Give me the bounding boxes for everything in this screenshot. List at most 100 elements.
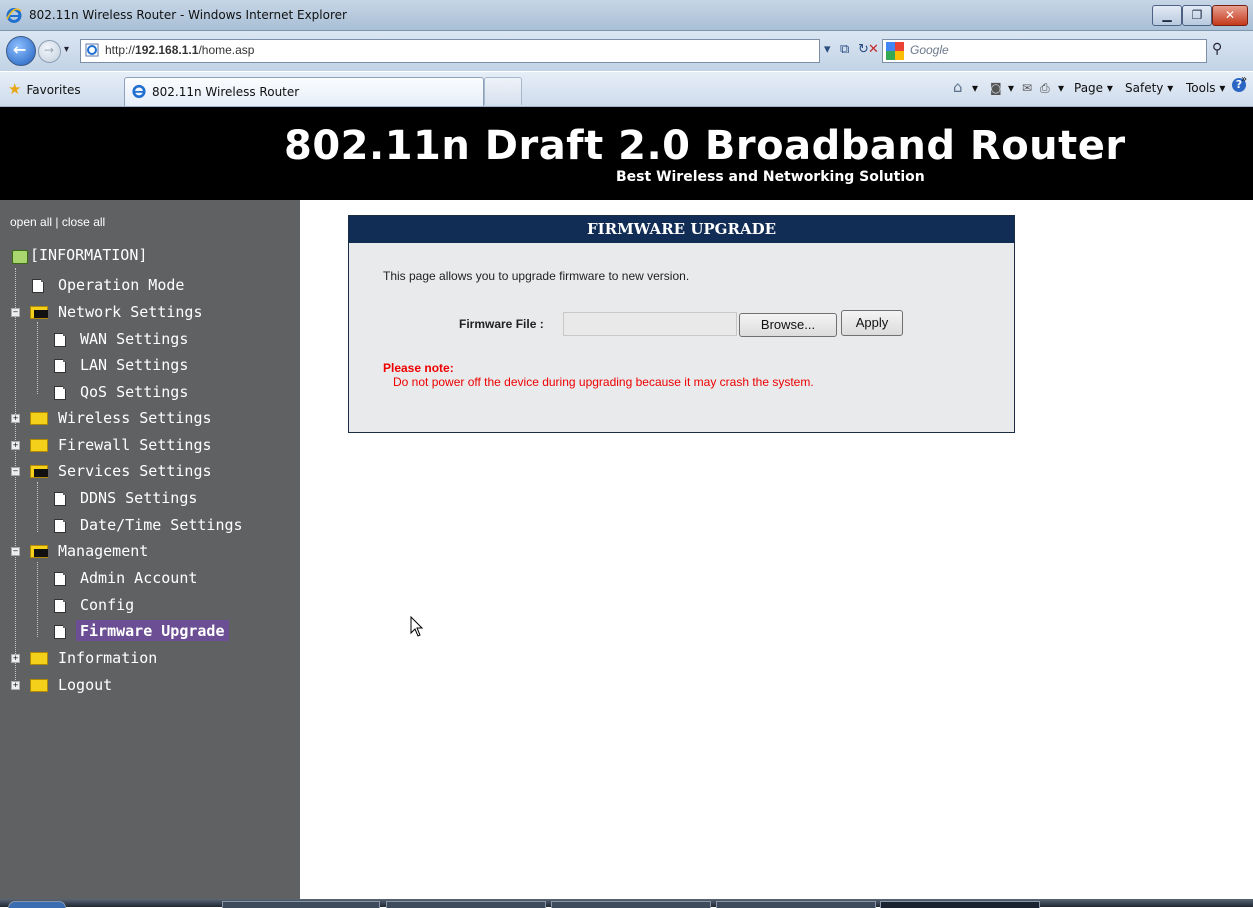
note-title: Please note: xyxy=(383,361,454,375)
sidebar-item-label: Management xyxy=(58,542,149,560)
folder-open-icon xyxy=(30,545,48,558)
page-menu[interactable]: Page ▾ xyxy=(1074,81,1113,95)
close-icon: ✕ xyxy=(1224,8,1236,22)
sidebar-item-label: Firewall Settings xyxy=(58,436,212,454)
google-logo-icon xyxy=(886,42,904,60)
feeds-icon[interactable]: ◙ xyxy=(990,81,1002,95)
mail-icon[interactable]: ✉ xyxy=(1022,81,1032,95)
expand-toggle-icon[interactable]: + xyxy=(11,654,20,663)
collapse-toggle-icon[interactable]: − xyxy=(11,308,20,317)
url-host: 192.168.1.1 xyxy=(135,43,199,57)
open-all-link[interactable]: open all xyxy=(10,215,52,229)
sidebar-item-label: Operation Mode xyxy=(58,276,185,294)
ie-tab-icon xyxy=(132,84,146,98)
window-titlebar: 802.11n Wireless Router - Windows Intern… xyxy=(0,0,1253,31)
address-toolbar: ← → ▾ http://192.168.1.1/home.asp ▾ ⧉ ↻ … xyxy=(0,31,1253,71)
sidebar-item-label: Services Settings xyxy=(58,462,212,480)
url-dropdown-icon[interactable]: ▾ xyxy=(824,42,831,57)
page-icon xyxy=(85,43,99,57)
sidebar-item-label: Config xyxy=(80,596,135,614)
recent-pages-dropdown-icon[interactable]: ▾ xyxy=(64,44,69,55)
print-dropdown-icon[interactable]: ▾ xyxy=(1058,81,1064,95)
browser-tab-active[interactable]: 802.11n Wireless Router xyxy=(124,77,484,106)
firmware-file-input[interactable] xyxy=(563,312,737,336)
feeds-dropdown-icon[interactable]: ▾ xyxy=(1008,81,1014,95)
url-scheme: http:// xyxy=(105,43,136,57)
favorites-label: Favorites xyxy=(26,83,81,97)
note-text: Do not power off the device during upgra… xyxy=(393,375,814,389)
folder-closed-icon xyxy=(30,439,48,452)
ie-logo-icon xyxy=(6,8,22,23)
tools-menu[interactable]: Tools ▾ xyxy=(1186,81,1225,95)
tree-root-label: [INFORMATION] xyxy=(30,246,148,264)
home-icon[interactable]: ⌂ xyxy=(953,78,963,96)
search-input[interactable]: Google xyxy=(882,39,1207,63)
folder-open-icon xyxy=(30,306,48,319)
safety-menu[interactable]: Safety ▾ xyxy=(1125,81,1173,95)
router-title: 802.11n Draft 2.0 Broadband Router xyxy=(284,123,1126,169)
maximize-button[interactable]: ❐ xyxy=(1182,5,1212,26)
page-icon xyxy=(54,333,66,347)
panel-description: This page allows you to upgrade firmware… xyxy=(383,269,690,283)
mouse-cursor-icon xyxy=(410,616,424,637)
router-header-banner: 802.11n Draft 2.0 Broadband Router Best … xyxy=(0,107,1253,200)
expand-toggle-icon[interactable]: + xyxy=(11,441,20,450)
sidebar-item-label-selected: Firmware Upgrade xyxy=(76,620,229,641)
page-icon xyxy=(54,359,66,373)
panel-heading: FIRMWARE UPGRADE xyxy=(349,216,1014,243)
page-icon xyxy=(54,572,66,586)
back-button[interactable]: ← xyxy=(6,36,36,66)
collapse-toggle-icon[interactable]: − xyxy=(11,547,20,556)
tree-controls: open all | close all xyxy=(10,215,106,229)
router-subtitle: Best Wireless and Networking Solution xyxy=(616,169,925,185)
page-icon xyxy=(54,386,66,400)
close-all-link[interactable]: close all xyxy=(62,215,105,229)
sidebar-item-label: Admin Account xyxy=(80,569,198,587)
search-placeholder: Google xyxy=(910,43,949,57)
browse-button[interactable]: Browse... xyxy=(739,313,837,337)
url-text: http://192.168.1.1/home.asp xyxy=(105,43,254,57)
sidebar-item-label: LAN Settings xyxy=(80,356,189,374)
print-icon[interactable]: ⎙ xyxy=(1040,81,1050,96)
expand-toggle-icon[interactable]: + xyxy=(11,681,20,690)
expand-toggle-icon[interactable]: + xyxy=(11,414,20,423)
window-title: 802.11n Wireless Router - Windows Intern… xyxy=(29,8,347,22)
page-icon xyxy=(54,599,66,613)
firmware-upgrade-panel: FIRMWARE UPGRADE This page allows you to… xyxy=(348,215,1015,433)
home-dropdown-icon[interactable]: ▾ xyxy=(972,81,978,95)
collapse-toggle-icon[interactable]: − xyxy=(11,467,20,476)
search-icon[interactable]: ⚲ xyxy=(1212,41,1222,57)
folder-closed-icon xyxy=(30,652,48,665)
apply-button[interactable]: Apply xyxy=(841,310,903,336)
minimize-icon: ▁ xyxy=(1162,8,1172,22)
sidebar-item-label: Information xyxy=(58,649,158,667)
page-icon xyxy=(54,519,66,533)
minimize-button[interactable]: ▁ xyxy=(1152,5,1182,26)
compatibility-view-icon[interactable]: ⧉ xyxy=(840,42,849,57)
favorites-star-icon: ★ xyxy=(8,80,22,98)
page-icon xyxy=(32,279,44,293)
firmware-file-label: Firmware File : xyxy=(459,317,544,331)
sidebar-item-label: DDNS Settings xyxy=(80,489,198,507)
forward-button[interactable]: → xyxy=(38,40,61,63)
close-button[interactable]: ✕ xyxy=(1212,5,1248,26)
forward-arrow-icon: → xyxy=(44,43,55,57)
new-tab-button[interactable] xyxy=(484,77,522,105)
command-bar: ★ Favorites 802.11n Wireless Router ⌂ ▾ ◙… xyxy=(0,72,1253,107)
sidebar-item-label: QoS Settings xyxy=(80,383,189,401)
information-root-icon xyxy=(12,250,28,264)
sidebar-item-label: Network Settings xyxy=(58,303,203,321)
folder-closed-icon xyxy=(30,679,48,692)
maximize-icon: ❐ xyxy=(1191,8,1203,22)
folder-closed-icon xyxy=(30,412,48,425)
url-input[interactable]: http://192.168.1.1/home.asp xyxy=(80,39,820,63)
back-arrow-icon: ← xyxy=(13,40,27,59)
folder-open-icon xyxy=(30,465,48,478)
stop-icon[interactable]: ✕ xyxy=(868,42,879,57)
sidebar-navigation: open all | close all [INFORMATION] Opera… xyxy=(0,200,300,900)
favorites-button[interactable]: ★ Favorites xyxy=(8,80,81,98)
sidebar-item-label: Logout xyxy=(58,676,113,694)
url-path: /home.asp xyxy=(198,43,255,57)
sidebar-item-label: Date/Time Settings xyxy=(80,516,243,534)
overflow-chevron-icon[interactable]: » xyxy=(1241,74,1247,85)
